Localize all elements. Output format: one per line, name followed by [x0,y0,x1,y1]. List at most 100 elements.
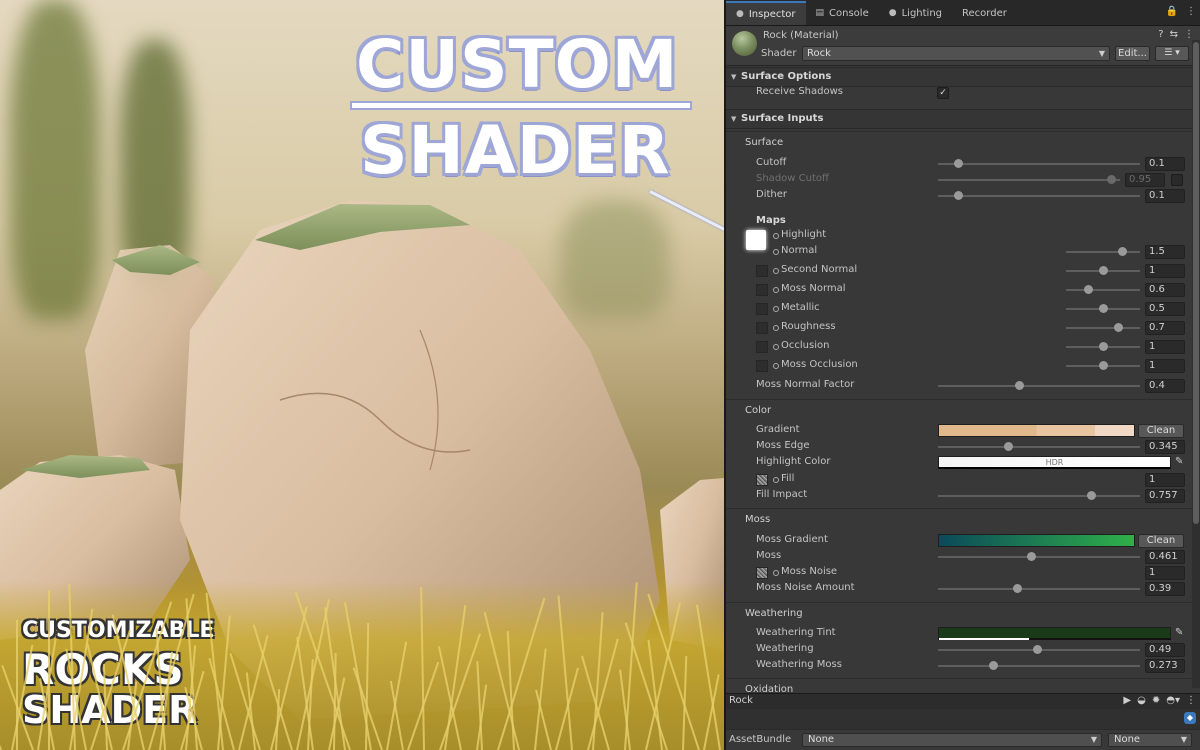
moss-edge-field[interactable]: 0.345 [1145,440,1185,454]
moss-normal-factor-slider[interactable] [938,378,1140,394]
slider-knob[interactable] [1099,304,1108,313]
foldout-surface-inputs[interactable]: ▼ Surface Inputs [726,109,1192,129]
eyedropper-icon[interactable]: ✎ [1175,456,1183,467]
preview-bar[interactable]: Rock ▶ ◒ ✹ ◓▾ ⋮ [726,693,1200,709]
tab-console[interactable]: ▤ Console [806,1,879,25]
light-icon[interactable]: ✹ [1152,695,1160,706]
texture-slot[interactable] [756,303,768,315]
material-preview-thumbnail[interactable] [732,31,757,56]
foldout-surface-options[interactable]: ▼ Surface Options [726,67,1192,87]
map-row: Roughness 0.7 [726,320,1192,336]
map-slider[interactable] [1066,320,1140,336]
slider-knob[interactable] [954,159,964,168]
receive-shadows-checkbox[interactable]: ✓ [937,87,949,99]
dither-field[interactable]: 0.1 [1145,189,1185,203]
scrollbar[interactable] [1192,40,1200,688]
moss-normal-factor-field[interactable]: 0.4 [1145,379,1185,393]
slider-knob[interactable] [1003,442,1013,451]
highlight-color-field[interactable]: HDR [938,456,1171,469]
grass-blade [48,590,50,750]
fill-impact-field[interactable]: 0.757 [1145,489,1185,503]
slider-knob[interactable] [1014,381,1024,390]
shadow-cutoff-field[interactable]: 0.95 [1125,173,1165,187]
map-field[interactable]: 1 [1145,264,1185,278]
tab-recorder[interactable]: Recorder [952,1,1017,25]
cutoff-slider[interactable] [938,156,1140,172]
weathering-slider[interactable] [938,642,1140,658]
texture-slot[interactable] [756,284,768,296]
shadow-cutoff-checkbox[interactable] [1171,174,1183,186]
moss-noise-field[interactable]: 1 [1145,566,1185,580]
texture-slot[interactable] [756,341,768,353]
clean-gradient-button[interactable]: Clean [1138,424,1184,438]
play-icon[interactable]: ▶ [1123,695,1131,706]
texture-slot[interactable] [756,360,768,372]
weathering-moss-field[interactable]: 0.273 [1145,659,1185,673]
assetbundle-dropdown[interactable]: None ▼ [802,733,1102,747]
moss-noise-amount-slider[interactable] [938,581,1140,597]
more-menu-icon[interactable]: ⋮ [1186,695,1196,706]
fill-impact-slider[interactable] [938,488,1140,504]
slider-knob[interactable] [1084,285,1094,294]
map-slider[interactable] [1066,282,1140,298]
slider-knob[interactable] [1012,584,1022,593]
fill-texture-slot[interactable] [756,474,768,486]
variant-dropdown[interactable]: None ▼ [1108,733,1192,747]
slider-knob[interactable] [989,661,999,670]
moss-gradient-field[interactable] [938,534,1135,547]
moss-noise-texture-slot[interactable] [756,567,768,579]
slider-knob[interactable] [954,191,964,200]
map-slider[interactable] [1066,244,1140,260]
edit-shader-button[interactable]: Edit... [1115,46,1150,61]
slider-knob[interactable] [1099,266,1108,275]
eyedropper-icon[interactable]: ✎ [1175,627,1183,638]
tab-lighting[interactable]: ● Lighting [879,1,952,25]
slider-knob[interactable] [1113,323,1123,332]
map-slider[interactable] [1066,263,1140,279]
scrollbar-thumb[interactable] [1193,42,1199,524]
moss-field[interactable]: 0.461 [1145,550,1185,564]
moss-slider[interactable] [938,549,1140,565]
slider-knob[interactable] [1106,175,1116,184]
texture-slot[interactable] [756,265,768,277]
sphere-icon[interactable]: ◒ [1137,695,1146,706]
shader-dropdown[interactable]: Rock ▼ [802,46,1110,61]
preset-icon[interactable]: ⇆ [1170,29,1178,40]
moss-edge-slider[interactable] [938,439,1140,455]
map-field[interactable]: 0.5 [1145,302,1185,316]
weathering-tint-field[interactable] [938,627,1171,640]
list-menu-button[interactable]: ☰ ▾ [1155,46,1189,61]
map-slider[interactable] [1066,301,1140,317]
lock-icon[interactable]: 🔒 [1166,6,1178,17]
clean-moss-gradient-button[interactable]: Clean [1138,534,1184,548]
slider-knob[interactable] [1032,645,1042,654]
shape-icon[interactable]: ◓▾ [1166,695,1180,706]
slider-knob[interactable] [1086,491,1096,500]
map-field[interactable]: 1 [1145,340,1185,354]
map-slider[interactable] [1066,339,1140,355]
weathering-moss-slider[interactable] [938,658,1140,674]
slider-knob[interactable] [1117,247,1127,256]
slider-knob[interactable] [1027,552,1037,561]
color-gradient-field[interactable] [938,424,1135,437]
map-slider[interactable] [1066,358,1140,374]
slider-knob[interactable] [1099,342,1108,351]
cutoff-field[interactable]: 0.1 [1145,157,1185,171]
texture-slot[interactable] [756,322,768,334]
tab-inspector[interactable]: ● Inspector [726,1,806,25]
fill-field[interactable]: 1 [1145,473,1185,487]
slider-knob[interactable] [1099,361,1108,370]
map-field[interactable]: 0.6 [1145,283,1185,297]
more-menu-icon[interactable]: ⋮ [1186,6,1196,17]
dither-slider[interactable] [938,188,1140,204]
receive-shadows-row: Receive Shadows ✓ [726,85,1192,101]
map-field[interactable]: 1 [1145,359,1185,373]
tag-icon[interactable]: ◆ [1184,712,1196,724]
map-field[interactable]: 0.7 [1145,321,1185,335]
more-menu-icon[interactable]: ⋮ [1184,29,1194,40]
help-icon[interactable]: ? [1158,29,1163,40]
shadow-cutoff-slider[interactable] [938,172,1120,188]
weathering-field[interactable]: 0.49 [1145,643,1185,657]
map-field[interactable]: 1.5 [1145,245,1185,259]
moss-noise-amount-field[interactable]: 0.39 [1145,582,1185,596]
